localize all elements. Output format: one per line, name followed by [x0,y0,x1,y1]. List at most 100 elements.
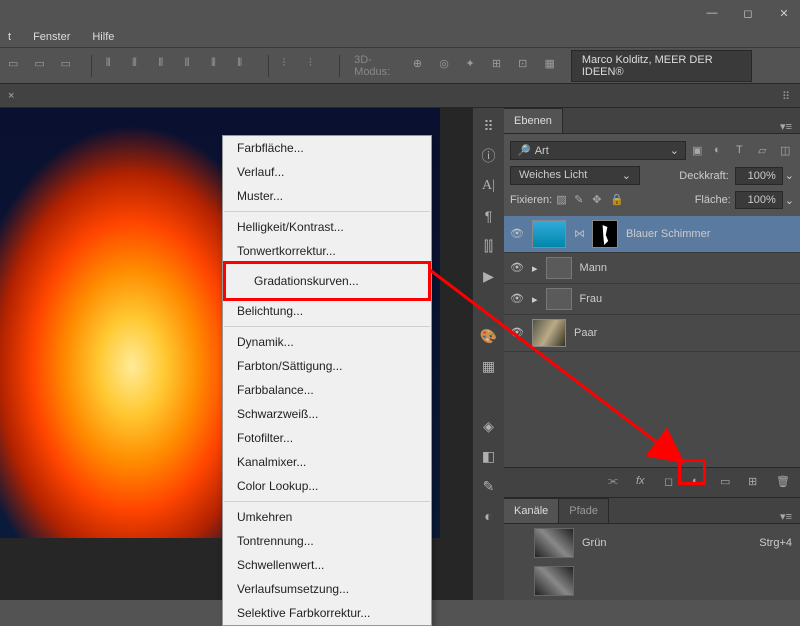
actions-icon[interactable]: ⫿⫿ [479,236,499,256]
layer-name[interactable]: Blauer Schimmer [626,228,710,240]
menu-item[interactable]: Schwellenwert... [223,553,431,577]
opacity-input[interactable]: 100% [735,167,783,185]
lock-all-icon[interactable]: 🔒 [610,193,624,207]
menu-item[interactable]: Helligkeit/Kontrast... [223,215,431,239]
distribute-icon[interactable]: ⫴ [132,57,148,75]
paths-icon[interactable]: ✎ [479,476,499,496]
minimize-button[interactable]: — [704,5,720,21]
visibility-icon[interactable]: 👁 [510,227,524,241]
tab-ebenen[interactable]: Ebenen [504,108,563,133]
fill-input[interactable]: 100% [735,191,783,209]
menu-item[interactable]: Farbfläche... [223,136,431,160]
layer-mask-thumb[interactable] [592,220,618,248]
link-layers-icon[interactable]: ⫘ [608,475,624,491]
layer-row[interactable]: 👁 ⋈ Blauer Schimmer [504,216,800,253]
blend-mode-select[interactable]: Weiches Licht⌄ [510,166,640,185]
3d-icon[interactable]: ▦ [544,57,560,75]
channel-thumb[interactable] [534,566,574,596]
layer-filter[interactable]: 🔎Art⌄ [510,141,686,160]
tab-close-icon[interactable]: × [8,90,14,102]
group-icon[interactable]: ▭ [720,475,736,491]
layer-name[interactable]: Frau [580,293,603,305]
menu-item[interactable]: Dynamik... [223,330,431,354]
tab-pfade[interactable]: Pfade [559,498,609,523]
panel-menu-icon[interactable]: ▾≡ [772,120,800,133]
distribute-icon[interactable]: ⫴ [185,57,201,75]
lock-brush-icon[interactable]: ✎ [574,193,588,207]
channel-row[interactable]: Grün Strg+4 [504,524,800,562]
distribute-icon[interactable]: ⫴ [106,57,122,75]
menu-hilfe[interactable]: Hilfe [88,29,118,45]
channel-row[interactable] [504,562,800,600]
layer-thumb[interactable] [532,319,566,347]
menu-fenster[interactable]: Fenster [29,29,74,45]
menu-item[interactable]: Selektive Farbkorrektur... [223,601,431,625]
align-icon[interactable]: ▭ [8,57,24,75]
menu-item[interactable]: Fotofilter... [223,426,431,450]
menu-item[interactable]: Schwarzweiß... [223,402,431,426]
distribute-icon[interactable]: ⫴ [158,57,174,75]
menu-item[interactable]: Verlauf... [223,160,431,184]
visibility-icon[interactable]: 👁 [510,326,524,340]
tab-kanaele[interactable]: Kanäle [504,498,559,523]
visibility-icon[interactable]: 👁 [510,292,524,306]
3d-icon[interactable]: ◎ [439,57,455,75]
menu-item-curves[interactable]: Gradationskurven... [240,269,414,293]
menu-item[interactable]: Farbton/Sättigung... [223,354,431,378]
layers-list: 👁 ⋈ Blauer Schimmer 👁 ▸ Mann 👁 ▸ Frau 👁 [504,216,800,467]
layer-fx-icon[interactable]: fx [636,475,652,491]
filter-shape-icon[interactable]: ▱ [758,144,772,158]
grip-icon[interactable]: ⠿ [782,90,794,102]
user-label[interactable]: Marco Kolditz, MEER DER IDEEN® [571,50,752,82]
align-icon[interactable]: ▭ [34,57,50,75]
menu-item[interactable]: Farbbalance... [223,378,431,402]
swatches-icon[interactable]: 🎨 [479,326,499,346]
channels-icon[interactable]: ◧ [479,446,499,466]
layer-row[interactable]: 👁 Paar [504,315,800,352]
expand-icon[interactable]: ▸ [532,262,538,275]
expand-icon[interactable]: ▸ [532,293,538,306]
layers-icon[interactable]: ◈ [479,416,499,436]
visibility-icon[interactable]: 👁 [510,261,524,275]
layer-row[interactable]: 👁 ▸ Frau [504,284,800,315]
layer-name[interactable]: Mann [580,262,608,274]
lock-position-icon[interactable]: ✥ [592,193,606,207]
menu-item[interactable]: Umkehren [223,505,431,529]
menu-item[interactable]: Color Lookup... [223,474,431,498]
distribute-icon[interactable]: ⫶ [283,57,299,75]
layer-name[interactable]: Paar [574,327,597,339]
menu-item[interactable]: Tonwertkorrektur... [223,239,431,263]
channel-thumb[interactable] [534,528,574,558]
filter-pixel-icon[interactable]: ▣ [692,144,706,158]
grip-icon[interactable]: ⠿ [479,116,499,136]
3d-icon[interactable]: ⊡ [518,57,534,75]
menu-item[interactable]: Belichtung... [223,299,431,323]
maximize-button[interactable]: ◻ [740,5,756,21]
info-icon[interactable]: ⓘ [479,146,499,166]
lock-pixels-icon[interactable]: ▨ [556,193,570,207]
filter-adjust-icon[interactable]: ◐ [714,144,728,158]
distribute-icon[interactable]: ⫴ [211,57,227,75]
3d-icon[interactable]: ⊞ [492,57,508,75]
filter-type-icon[interactable]: T [736,144,750,158]
filter-smart-icon[interactable]: ◫ [780,144,794,158]
delete-layer-icon[interactable]: 🗑 [776,475,792,491]
adjustments-icon[interactable]: ◐ [479,506,499,526]
play-icon[interactable]: ▶ [479,266,499,286]
menu-item[interactable]: Tontrennung... [223,529,431,553]
menu-item[interactable]: Muster... [223,184,431,208]
layer-row[interactable]: 👁 ▸ Mann [504,253,800,284]
menu-item[interactable]: Verlaufsumsetzung... [223,577,431,601]
distribute-icon[interactable]: ⫶ [309,57,325,75]
paragraph-icon[interactable]: ¶ [479,206,499,226]
3d-icon[interactable]: ⊕ [413,57,429,75]
3d-icon[interactable]: ✦ [466,57,482,75]
new-layer-icon[interactable]: ⊞ [748,475,764,491]
close-button[interactable]: ✕ [776,5,792,21]
menu-item[interactable]: Kanalmixer... [223,450,431,474]
character-icon[interactable]: A| [479,176,499,196]
color-icon[interactable]: ▦ [479,356,499,376]
distribute-icon[interactable]: ⫴ [237,57,253,75]
panel-menu-icon[interactable]: ▾≡ [772,510,800,523]
align-icon[interactable]: ▭ [61,57,77,75]
